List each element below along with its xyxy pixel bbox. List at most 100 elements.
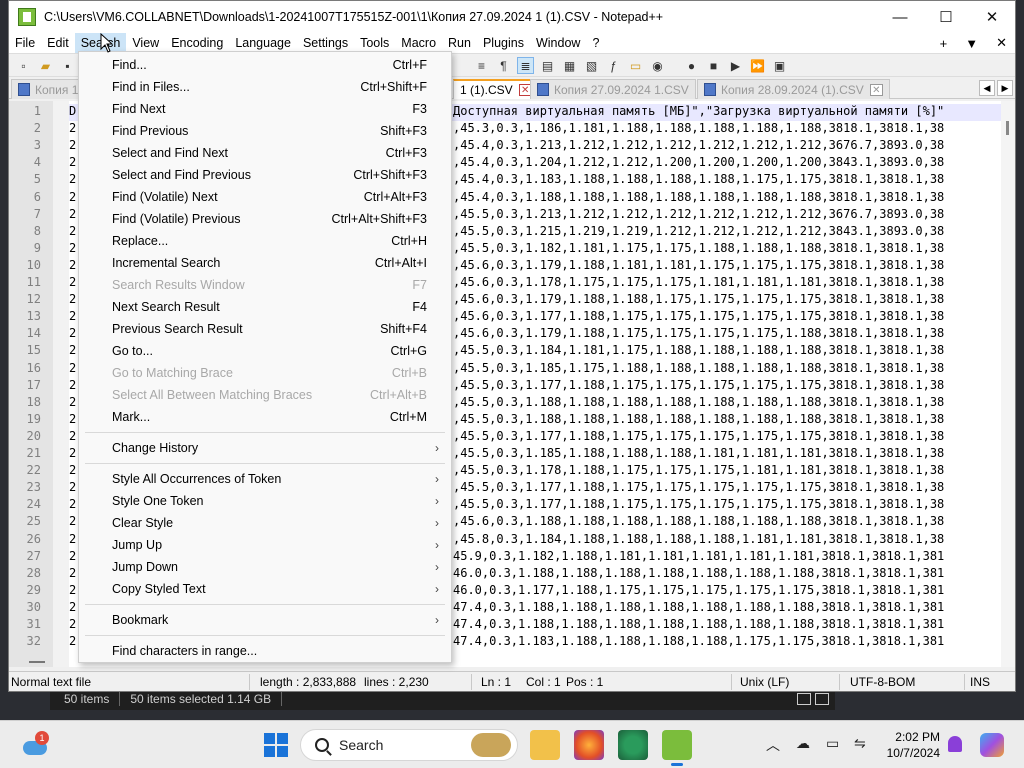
line-number: 29 xyxy=(26,582,41,597)
minimize-button[interactable]: — xyxy=(877,1,923,33)
menu-settings[interactable]: Settings xyxy=(297,33,354,53)
menu-previous-search-result[interactable]: Previous Search Result Shift+F4 xyxy=(79,318,451,340)
show-all-chars-icon[interactable]: ¶ xyxy=(495,57,512,74)
menu-select-find-next[interactable]: Select and Find Next Ctrl+F3 xyxy=(79,142,451,164)
horizontal-scroll-thumb[interactable] xyxy=(29,661,45,663)
details-view-icon[interactable] xyxy=(797,693,811,705)
run-macro-multiple-icon[interactable]: ⏩ xyxy=(749,57,766,74)
menu-find-in-files[interactable]: Find in Files... Ctrl+Shift+F xyxy=(79,76,451,98)
line-number: 9 xyxy=(33,240,41,255)
taskbar-search[interactable]: Search xyxy=(300,729,518,761)
menu-tools[interactable]: Tools xyxy=(354,33,395,53)
weather-widget[interactable]: 1 xyxy=(19,731,49,759)
menu-replace[interactable]: Replace... Ctrl+H xyxy=(79,230,451,252)
tab-label: Копия 1 xyxy=(35,82,79,97)
code-line-lead: 2 xyxy=(69,394,77,409)
menu-change-history[interactable]: Change History › xyxy=(79,437,451,459)
menu-find-volatile-next[interactable]: Find (Volatile) Next Ctrl+Alt+F3 xyxy=(79,186,451,208)
menu-view[interactable]: View xyxy=(126,33,165,53)
app-icon[interactable] xyxy=(618,730,648,760)
menu-find-characters-in-range[interactable]: Find characters in range... xyxy=(79,640,451,662)
record-macro-icon[interactable]: ● xyxy=(683,57,700,74)
menu-go-to[interactable]: Go to... Ctrl+G xyxy=(79,340,451,362)
menu-select-find-previous[interactable]: Select and Find Previous Ctrl+Shift+F3 xyxy=(79,164,451,186)
menu-plugins[interactable]: Plugins xyxy=(477,33,530,53)
monitoring-icon[interactable]: ◉ xyxy=(649,57,666,74)
menu-macro[interactable]: Macro xyxy=(395,33,442,53)
menu-incremental-search[interactable]: Incremental Search Ctrl+Alt+I xyxy=(79,252,451,274)
line-number: 16 xyxy=(26,360,41,375)
menu-file[interactable]: File xyxy=(9,33,41,53)
menu-find-volatile-previous[interactable]: Find (Volatile) Previous Ctrl+Alt+Shift+F… xyxy=(79,208,451,230)
menu-find-next[interactable]: Find Next F3 xyxy=(79,98,451,120)
scrollbar-thumb[interactable] xyxy=(1006,121,1009,135)
tab-kopiya-27-09[interactable]: Копия 27.09.2024 1.CSV xyxy=(530,79,696,99)
tab-scroll-right-icon[interactable]: ▶ xyxy=(997,80,1013,96)
copilot-icon[interactable] xyxy=(980,733,1004,757)
tiles-view-icon[interactable] xyxy=(815,693,829,705)
doc-list-icon[interactable]: ▧ xyxy=(583,57,600,74)
file-explorer-icon[interactable] xyxy=(530,730,560,760)
menu-window[interactable]: Window xyxy=(530,33,586,53)
title-bar[interactable]: C:\Users\VM6.COLLABNET\Downloads\1-20241… xyxy=(9,1,1015,33)
menu-language[interactable]: Language xyxy=(229,33,297,53)
menu-jump-up[interactable]: Jump Up › xyxy=(79,534,451,556)
indent-guide-icon[interactable]: ≣ xyxy=(517,57,534,74)
chevron-up-icon[interactable]: ︿ xyxy=(766,735,780,755)
tab-active-csv[interactable]: 1 (1).CSV ✕ xyxy=(453,79,539,99)
mouse-cursor-icon xyxy=(100,33,114,53)
tab-kopiya-28-09[interactable]: Копия 28.09.2024 (1).CSV ✕ xyxy=(697,79,890,99)
line-number: 13 xyxy=(26,309,41,324)
close-button[interactable]: ✕ xyxy=(969,1,1015,33)
firefox-icon[interactable] xyxy=(574,730,604,760)
status-encoding: UTF-8-BOM xyxy=(850,675,916,689)
menu-item-label: Incremental Search xyxy=(112,256,221,270)
folder-workspace-icon[interactable]: ▭ xyxy=(627,57,644,74)
menu-item-label: Select and Find Previous xyxy=(112,168,251,182)
close-tab-icon[interactable]: ✕ xyxy=(869,83,883,96)
menu-clear-style[interactable]: Clear Style › xyxy=(79,512,451,534)
menu-bookmark[interactable]: Bookmark › xyxy=(79,609,451,631)
stop-macro-icon[interactable]: ■ xyxy=(705,57,722,74)
menu-separator xyxy=(85,604,445,605)
menu-style-all-occurrences[interactable]: Style All Occurrences of Token › xyxy=(79,468,451,490)
menu-help[interactable]: ? xyxy=(586,33,605,53)
new-tab-icon[interactable]: + xyxy=(940,36,948,51)
document-map-icon[interactable]: ▦ xyxy=(561,57,578,74)
menu-encoding[interactable]: Encoding xyxy=(165,33,229,53)
language-icon[interactable]: ⇋ xyxy=(854,735,866,752)
vertical-scrollbar[interactable] xyxy=(1001,101,1015,667)
menu-jump-down[interactable]: Jump Down › xyxy=(79,556,451,578)
menu-item-label: Mark... xyxy=(112,410,151,424)
notepadpp-taskbar-icon[interactable] xyxy=(662,730,692,766)
menu-next-search-result[interactable]: Next Search Result F4 xyxy=(79,296,451,318)
close-tab-icon[interactable]: ✕ xyxy=(996,35,1007,51)
new-file-icon[interactable]: ▫ xyxy=(15,57,32,74)
function-list-icon[interactable]: ƒ xyxy=(605,57,622,74)
save-macro-icon[interactable]: ▣ xyxy=(771,57,788,74)
user-language-icon[interactable]: ▤ xyxy=(539,57,556,74)
clock[interactable]: 2:02 PM 10/7/2024 xyxy=(880,729,940,761)
status-pos: Pos : 1 xyxy=(566,675,604,689)
start-button[interactable] xyxy=(264,733,288,757)
menu-item-label: Search Results Window xyxy=(112,278,245,292)
menu-mark[interactable]: Mark... Ctrl+M xyxy=(79,406,451,428)
menu-find[interactable]: Find... Ctrl+F xyxy=(79,54,451,76)
maximize-button[interactable]: ☐ xyxy=(923,1,969,33)
menu-find-previous[interactable]: Find Previous Shift+F3 xyxy=(79,120,451,142)
notification-bell-icon[interactable] xyxy=(948,736,962,752)
wrap-icon[interactable]: ≡ xyxy=(473,57,490,74)
menu-select-between-braces: Select All Between Matching Braces Ctrl+A… xyxy=(79,384,451,406)
menu-run[interactable]: Run xyxy=(442,33,477,53)
tab-list-icon[interactable]: ▼ xyxy=(965,36,978,51)
display-icon[interactable]: ▭ xyxy=(826,735,839,752)
tab-scroll-left-icon[interactable]: ◀ xyxy=(979,80,995,96)
play-macro-icon[interactable]: ▶ xyxy=(727,57,744,74)
tab-kopiya-1[interactable]: Копия 1 xyxy=(11,79,86,99)
open-file-icon[interactable]: ▰ xyxy=(37,57,54,74)
network-off-icon[interactable]: ☁ xyxy=(796,735,810,752)
menu-style-one-token[interactable]: Style One Token › xyxy=(79,490,451,512)
menu-copy-styled-text[interactable]: Copy Styled Text › xyxy=(79,578,451,600)
menu-edit[interactable]: Edit xyxy=(41,33,75,53)
save-icon[interactable]: ▪ xyxy=(59,57,76,74)
